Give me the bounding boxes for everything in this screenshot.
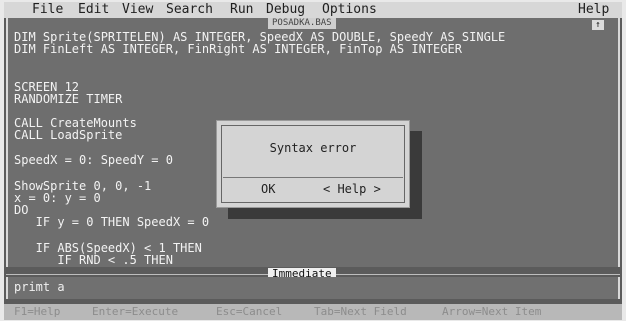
status-bar: F1=Help Enter=Execute Esc=Cancel Tab=Nex… xyxy=(4,304,622,320)
editor-title: POSADKA.BAS xyxy=(268,18,336,29)
code-line: RANDOMIZE TIMER xyxy=(14,92,123,106)
code-line: IF y = 0 THEN SpeedX = 0 xyxy=(14,215,210,229)
menu-view[interactable]: View xyxy=(122,2,153,18)
menu-help[interactable]: Help xyxy=(578,2,609,18)
status-help: F1=Help xyxy=(14,305,61,318)
immediate-input[interactable]: primt a xyxy=(14,281,65,293)
menu-search[interactable]: Search xyxy=(166,2,213,18)
immediate-window[interactable] xyxy=(6,277,620,299)
menu-bar: File Edit View Search Run Debug Options … xyxy=(4,2,622,18)
ok-button[interactable]: OK xyxy=(261,182,275,196)
dialog-separator xyxy=(223,177,403,178)
status-execute: Enter=Execute xyxy=(92,305,179,318)
status-next-item: Arrow=Next Item xyxy=(442,305,542,318)
scroll-up-icon[interactable]: ↑ xyxy=(592,20,604,30)
help-button[interactable]: < Help > xyxy=(323,182,381,196)
dialog-message: Syntax error xyxy=(269,141,357,155)
code-line: SpeedX = 0: SpeedY = 0 xyxy=(14,153,173,167)
status-next-field: Tab=Next Field xyxy=(314,305,407,318)
code-line: CALL LoadSprite xyxy=(14,128,123,142)
menu-file[interactable]: File xyxy=(32,2,63,18)
code-line: DIM FinLeft AS INTEGER, FinRight AS INTE… xyxy=(14,42,462,56)
menu-options[interactable]: Options xyxy=(322,2,377,18)
status-cancel: Esc=Cancel xyxy=(216,305,283,318)
menu-debug[interactable]: Debug xyxy=(266,2,305,18)
syntax-error-dialog: Syntax error OK < Help > xyxy=(216,120,410,208)
menu-edit[interactable]: Edit xyxy=(78,2,109,18)
qbasic-screen: File Edit View Search Run Debug Options … xyxy=(4,2,622,320)
menu-run[interactable]: Run xyxy=(230,2,253,18)
code-line: IF RND < .5 THEN xyxy=(14,253,173,267)
